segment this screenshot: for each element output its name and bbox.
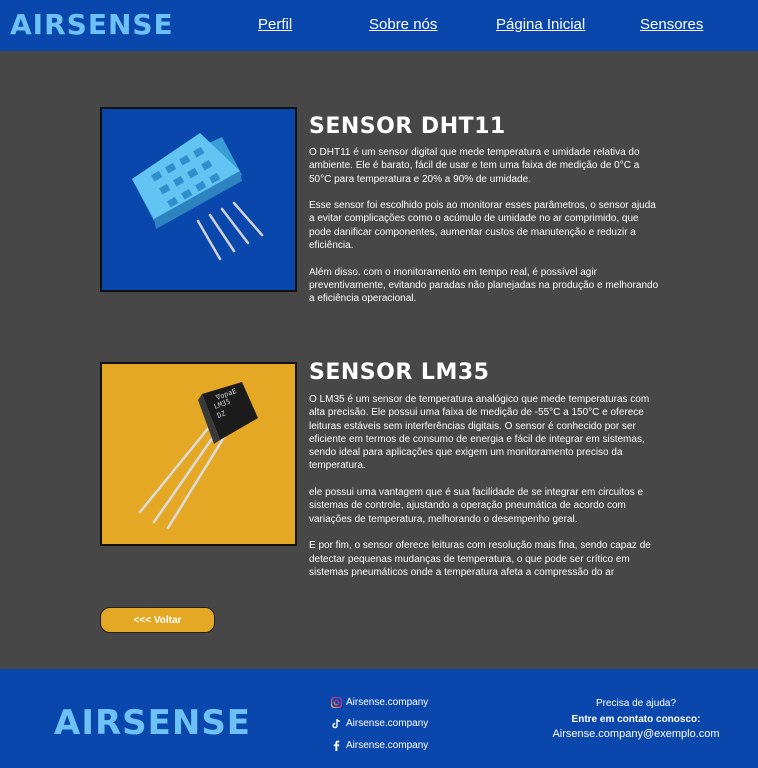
lm35-title: SENSOR LM35 bbox=[309, 360, 490, 385]
instagram-icon bbox=[331, 697, 342, 708]
dht11-paragraph: Além disso. com o monitoramento em tempo… bbox=[309, 266, 659, 305]
footer: AIRSENSE Airsense.company Airsense.compa… bbox=[0, 669, 758, 768]
lm35-sensor-illustration: ∇opaE LM35 DZ bbox=[138, 382, 258, 530]
dht11-image bbox=[100, 107, 297, 292]
footer-logo: AIRSENSE bbox=[54, 703, 252, 743]
dht11-description: O DHT11 é um sensor digital que mede tem… bbox=[309, 146, 661, 319]
facebook-icon bbox=[331, 740, 342, 751]
dht11-sensor-illustration bbox=[132, 133, 264, 261]
instagram-label: Airsense.company bbox=[346, 697, 429, 708]
facebook-label: Airsense.company bbox=[346, 740, 429, 751]
tiktok-icon bbox=[331, 718, 342, 729]
back-button[interactable]: <<< Voltar bbox=[100, 607, 215, 633]
tiktok-label: Airsense.company bbox=[346, 718, 429, 729]
logo[interactable]: AIRSENSE bbox=[10, 8, 174, 41]
lm35-paragraph: O LM35 é um sensor de temperatura analóg… bbox=[309, 394, 650, 472]
social-link-facebook[interactable]: Airsense.company bbox=[331, 740, 428, 751]
social-link-instagram[interactable]: Airsense.company bbox=[331, 697, 428, 708]
lm35-description: O LM35 é um sensor de temperatura analóg… bbox=[309, 393, 661, 592]
help-email-link[interactable]: Airsense.company@exemplo.com bbox=[536, 728, 736, 740]
dht11-paragraph: Esse sensor foi escolhido pois ao monito… bbox=[309, 200, 656, 252]
nav-link-pagina-inicial[interactable]: Página Inicial bbox=[496, 16, 585, 33]
lm35-image: ∇opaE LM35 DZ bbox=[100, 362, 297, 546]
header: AIRSENSE Perfil Sobre nós Página Inicial… bbox=[0, 0, 758, 51]
dht11-title: SENSOR DHT11 bbox=[309, 114, 506, 139]
dht11-paragraph: O DHT11 é um sensor digital que mede tem… bbox=[309, 147, 640, 185]
lm35-paragraph: E por fim, o sensor oferece leituras com… bbox=[309, 540, 651, 578]
nav-link-perfil[interactable]: Perfil bbox=[258, 16, 292, 33]
help-contact-heading: Entre em contato conosco: bbox=[571, 714, 701, 725]
help-question: Precisa de ajuda? bbox=[595, 698, 677, 709]
nav-link-sensores[interactable]: Sensores bbox=[640, 16, 703, 33]
lm35-paragraph: ele possui uma vantagem que é sua facili… bbox=[309, 487, 644, 525]
social-link-tiktok[interactable]: Airsense.company bbox=[331, 718, 428, 729]
nav-link-sobre-nos[interactable]: Sobre nós bbox=[369, 16, 437, 33]
